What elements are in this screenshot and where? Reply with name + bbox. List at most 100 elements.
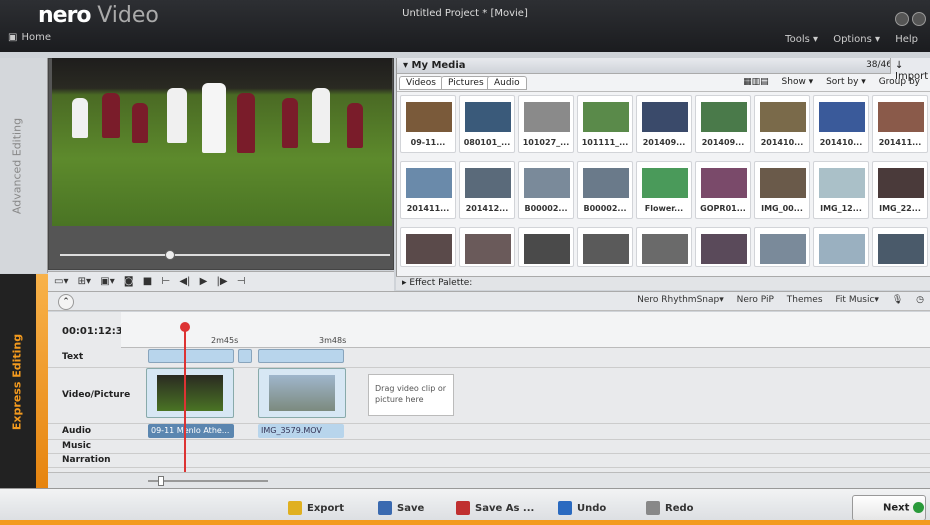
prev-frame-icon[interactable]: ◀|: [179, 276, 190, 287]
thumbnail-image: [406, 102, 452, 132]
thumbnail-image: [465, 102, 511, 132]
undo-button[interactable]: Undo: [552, 497, 612, 519]
media-thumbnail[interactable]: [577, 227, 633, 267]
tab-audio[interactable]: Audio: [487, 76, 527, 90]
express-editing-tab[interactable]: Express Editing: [0, 274, 48, 489]
thumbnail-image: [760, 102, 806, 132]
thumbnail-image: [701, 102, 747, 132]
menu-tools[interactable]: Tools ▾: [785, 34, 818, 45]
clock-icon[interactable]: ◷: [916, 295, 924, 305]
mark-in-icon[interactable]: ⊢: [161, 276, 170, 287]
media-thumbnail[interactable]: IMG_12...: [813, 161, 869, 219]
tab-videos[interactable]: Videos: [399, 76, 443, 90]
media-thumbnail[interactable]: IMG_22...: [872, 161, 928, 219]
audio-clip[interactable]: IMG_3579.MOV: [258, 424, 344, 438]
snapshot-icon[interactable]: ◙: [124, 276, 134, 287]
redo-button[interactable]: Redo: [640, 497, 700, 519]
tab-pictures[interactable]: Pictures: [441, 76, 491, 90]
home-breadcrumb[interactable]: ▣ Home: [8, 32, 51, 43]
preview-scrubber[interactable]: [60, 250, 390, 260]
close-icon[interactable]: [912, 12, 926, 26]
media-thumbnail[interactable]: [636, 227, 692, 267]
timecode: 00:01:12:38: [62, 326, 130, 337]
menu-options[interactable]: Options ▾: [833, 34, 880, 45]
media-thumbnail[interactable]: 09-11...: [400, 95, 456, 153]
zoom-slider[interactable]: [158, 476, 164, 486]
drop-target[interactable]: Drag video clip or picture here: [368, 374, 454, 416]
my-media-title[interactable]: ▾ My Media: [403, 60, 466, 71]
minimize-icon[interactable]: [895, 12, 909, 26]
music-track[interactable]: Music: [48, 440, 930, 454]
ruler-tick: 2m45s: [211, 336, 239, 345]
text-clip[interactable]: [148, 349, 234, 363]
timeline-zoom: [48, 472, 930, 488]
pip-button[interactable]: Nero PiP: [737, 295, 774, 305]
group-dropdown[interactable]: Group by: [879, 77, 920, 87]
media-thumbnail[interactable]: [813, 227, 869, 267]
accent-strip: [0, 520, 930, 525]
collapse-icon[interactable]: ⌃: [58, 294, 74, 310]
media-thumbnail[interactable]: 201409...: [695, 95, 751, 153]
themes-button[interactable]: Themes: [787, 295, 823, 305]
thumbnail-image: [819, 168, 865, 198]
media-thumbnail[interactable]: B00002...: [577, 161, 633, 219]
media-thumbnail[interactable]: [400, 227, 456, 267]
media-thumbnail[interactable]: [695, 227, 751, 267]
next-button[interactable]: Next: [852, 495, 926, 521]
playhead[interactable]: [180, 322, 190, 476]
time-ruler[interactable]: 2m45s 3m48s: [121, 312, 930, 348]
media-thumbnail[interactable]: 201410...: [813, 95, 869, 153]
media-thumbnail[interactable]: Flower...: [636, 161, 692, 219]
fit-icon[interactable]: ⊞▾: [78, 276, 91, 287]
save-button[interactable]: Save: [372, 497, 430, 519]
media-thumbnail[interactable]: B00002...: [518, 161, 574, 219]
view-mode-icon[interactable]: ▦▥▤: [743, 77, 769, 87]
import-button[interactable]: ↓ Import: [890, 58, 930, 82]
media-thumbnail[interactable]: 101027_...: [518, 95, 574, 153]
aspect-icon[interactable]: ▣▾: [100, 276, 114, 287]
mark-out-icon[interactable]: ⊣: [237, 276, 246, 287]
media-thumbnail[interactable]: GOPR01...: [695, 161, 751, 219]
audio-clip[interactable]: 09-11 Menlo Athe...: [148, 424, 234, 438]
media-thumbnail[interactable]: IMG_00...: [754, 161, 810, 219]
media-thumbnail[interactable]: 080101_...: [459, 95, 515, 153]
redo-icon: [646, 501, 660, 515]
media-thumbnail[interactable]: 101111_...: [577, 95, 633, 153]
thumbnail-label: 201409...: [642, 138, 686, 147]
narration-track[interactable]: Narration: [48, 454, 930, 468]
export-button[interactable]: Export: [282, 497, 350, 519]
media-thumbnail[interactable]: 201410...: [754, 95, 810, 153]
sort-dropdown[interactable]: Sort by ▾: [826, 77, 866, 87]
video-clip-1[interactable]: [146, 368, 234, 418]
media-thumbnail[interactable]: 201409...: [636, 95, 692, 153]
video-clip-2[interactable]: [258, 368, 346, 418]
media-thumbnail[interactable]: [459, 227, 515, 267]
media-thumbnail[interactable]: [872, 227, 928, 267]
save-as-button[interactable]: Save As ...: [450, 497, 540, 519]
media-thumbnail[interactable]: 201411...: [872, 95, 928, 153]
thumbnail-image: [642, 102, 688, 132]
show-dropdown[interactable]: Show ▾: [782, 77, 814, 87]
advanced-editing-tab[interactable]: Advanced Editing: [0, 58, 48, 273]
timeline: 00:01:12:38 2m45s 3m48s Text Video/Pictu…: [48, 312, 930, 488]
rhythmsnap-button[interactable]: Nero RhythmSnap▾: [637, 295, 724, 305]
monitor-icon[interactable]: ▭▾: [54, 276, 68, 287]
stop-icon[interactable]: ■: [143, 276, 152, 287]
play-icon[interactable]: ▶: [200, 276, 208, 287]
thumbnail-label: 201409...: [701, 138, 745, 147]
media-thumbnail[interactable]: [754, 227, 810, 267]
media-thumbnail[interactable]: 201412...: [459, 161, 515, 219]
thumbnail-image: [583, 168, 629, 198]
transition-slot[interactable]: [238, 349, 252, 363]
scrubber-knob[interactable]: [165, 250, 175, 260]
fit-music-button[interactable]: Fit Music▾: [835, 295, 879, 305]
media-thumbnail[interactable]: 201411...: [400, 161, 456, 219]
media-thumbnail[interactable]: [518, 227, 574, 267]
thumbnail-image: [819, 234, 865, 264]
effect-palette-bar[interactable]: ▸ Effect Palette:: [396, 276, 930, 290]
next-frame-icon[interactable]: |▶: [216, 276, 227, 287]
microphone-icon[interactable]: 🎙: [892, 295, 903, 305]
thumbnail-image: [465, 234, 511, 264]
text-clip[interactable]: [258, 349, 344, 363]
menu-help[interactable]: Help: [895, 34, 918, 45]
